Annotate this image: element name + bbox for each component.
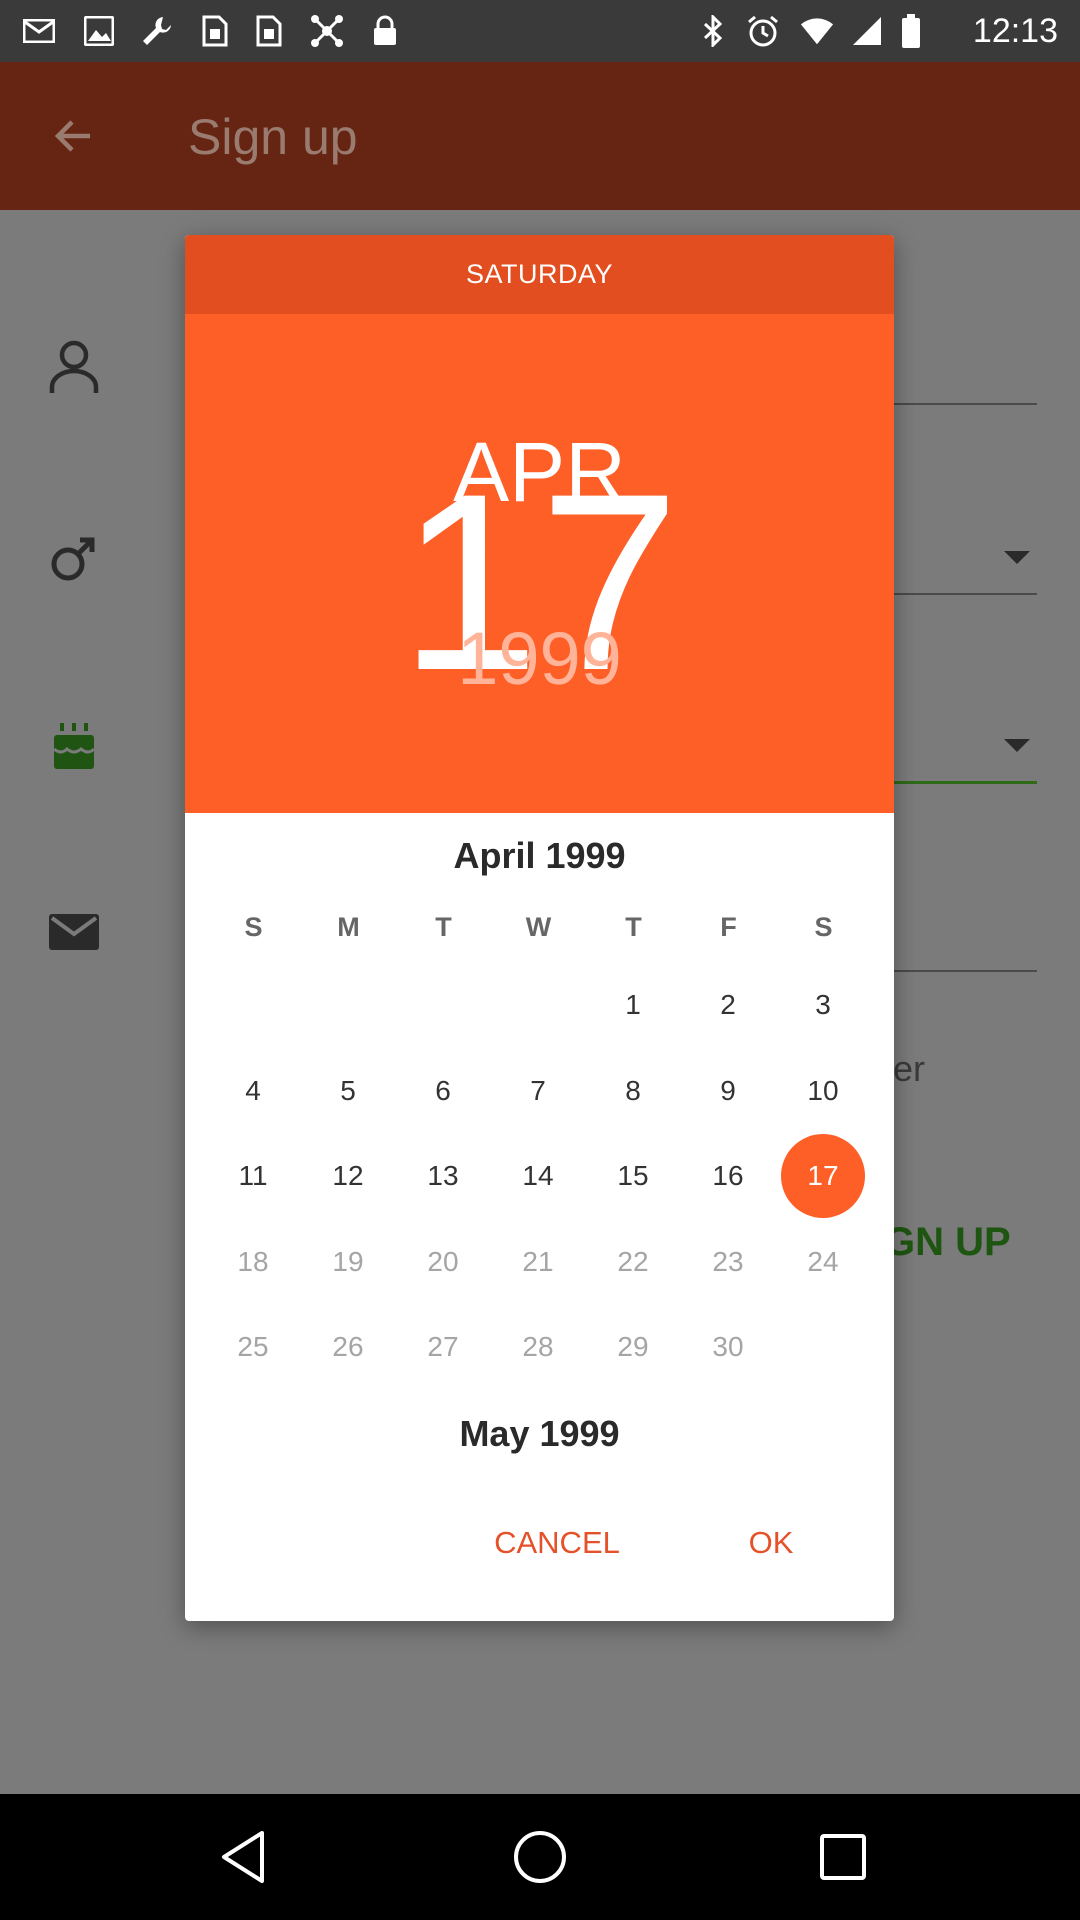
gender-icon: [44, 528, 104, 588]
calendar-day: 19: [332, 1245, 364, 1277]
calendar-day[interactable]: 3: [781, 963, 865, 1047]
arrow-back-icon: [54, 120, 90, 152]
signal-icon: [850, 14, 884, 48]
calendar-day[interactable]: 4: [211, 1049, 295, 1133]
drone-icon: [310, 14, 344, 48]
day-of-week-label: SATURDAY: [185, 235, 894, 314]
nav-home-button[interactable]: [507, 1824, 573, 1890]
back-button[interactable]: [44, 106, 104, 166]
sim-icon: [198, 14, 232, 48]
birthday-field-underline: [880, 781, 1037, 784]
calendar-day: 20: [427, 1245, 459, 1277]
weekday-header: F: [720, 912, 737, 942]
lock-icon: [368, 14, 402, 48]
email-field-underline: [880, 970, 1037, 972]
calendar-day: 30: [712, 1331, 744, 1362]
calendar-day-selected[interactable]: 17: [781, 1134, 865, 1218]
calendar-day: 22: [617, 1245, 649, 1277]
home-circle-icon: [514, 1831, 566, 1883]
header-year[interactable]: 1999: [185, 622, 894, 696]
gender-dropdown-caret: [1004, 551, 1030, 564]
nav-recents-button[interactable]: [810, 1824, 876, 1890]
app-bar: Sign up: [0, 62, 1080, 210]
calendar-day[interactable]: 14: [496, 1134, 580, 1218]
mail-icon: [44, 902, 104, 962]
calendar-day[interactable]: 15: [591, 1134, 675, 1218]
calendar-day: 18: [237, 1245, 269, 1277]
weekday-header: W: [525, 912, 552, 942]
page-title: Sign up: [188, 109, 358, 165]
calendar-day[interactable]: 1: [591, 963, 675, 1047]
calendar-day[interactable]: 7: [496, 1049, 580, 1133]
calendar-day[interactable]: 9: [686, 1049, 770, 1133]
calendar-day[interactable]: 8: [591, 1049, 675, 1133]
battery-icon: [894, 14, 928, 48]
calendar-day[interactable]: 13: [401, 1134, 485, 1218]
image-icon: [82, 14, 116, 48]
next-month-title: May 1999: [459, 1413, 620, 1454]
wrench-icon: [140, 14, 174, 48]
calendar-day: 25: [237, 1331, 269, 1362]
background-text-fragment: er: [893, 1048, 926, 1089]
weekday-header: S: [244, 912, 263, 942]
status-time: 12:13: [972, 12, 1058, 50]
bluetooth-icon: [696, 14, 730, 48]
sim-icon: [252, 14, 286, 48]
gender-field-underline: [880, 593, 1037, 595]
calendar-day[interactable]: 12: [306, 1134, 390, 1218]
weekday-header: M: [337, 912, 360, 942]
signup-button-background: GN UP: [884, 1220, 1011, 1264]
status-bar: 12:13: [0, 0, 1080, 62]
calendar-day: 29: [617, 1331, 649, 1362]
wifi-icon: [800, 14, 834, 48]
recents-square-icon: [820, 1834, 866, 1880]
navigation-bar: [0, 1794, 1080, 1920]
ok-button[interactable]: OK: [723, 1513, 819, 1573]
date-picker-dialog: SATURDAY APR 17 1999 April 1999 S M T W …: [185, 235, 894, 1621]
calendar-month-title: April 1999: [453, 835, 626, 876]
calendar-day: 26: [332, 1331, 364, 1362]
mail-icon: [22, 14, 56, 48]
weekday-header: T: [435, 912, 452, 942]
alarm-icon: [746, 14, 780, 48]
name-field-underline: [880, 403, 1037, 405]
calendar-day[interactable]: 5: [306, 1049, 390, 1133]
cake-icon: [44, 715, 104, 775]
calendar-day: 27: [427, 1331, 459, 1362]
calendar-day: 23: [712, 1245, 744, 1277]
calendar-day[interactable]: 11: [211, 1134, 295, 1218]
birthday-dropdown-caret: [1004, 739, 1030, 752]
nav-back-button[interactable]: [210, 1824, 276, 1890]
weekday-header: S: [814, 912, 833, 942]
back-triangle-icon: [222, 1831, 264, 1883]
person-icon: [44, 337, 104, 397]
calendar-day[interactable]: 2: [686, 963, 770, 1047]
cancel-button[interactable]: CANCEL: [482, 1513, 632, 1573]
date-header: APR 17 1999: [185, 314, 894, 813]
calendar-day[interactable]: 10: [781, 1049, 865, 1133]
calendar-day: 24: [807, 1245, 839, 1277]
weekday-header: T: [625, 912, 642, 942]
calendar-day[interactable]: 6: [401, 1049, 485, 1133]
calendar-day: 28: [522, 1331, 554, 1362]
calendar-day: 21: [522, 1245, 554, 1277]
calendar-day[interactable]: 16: [686, 1134, 770, 1218]
